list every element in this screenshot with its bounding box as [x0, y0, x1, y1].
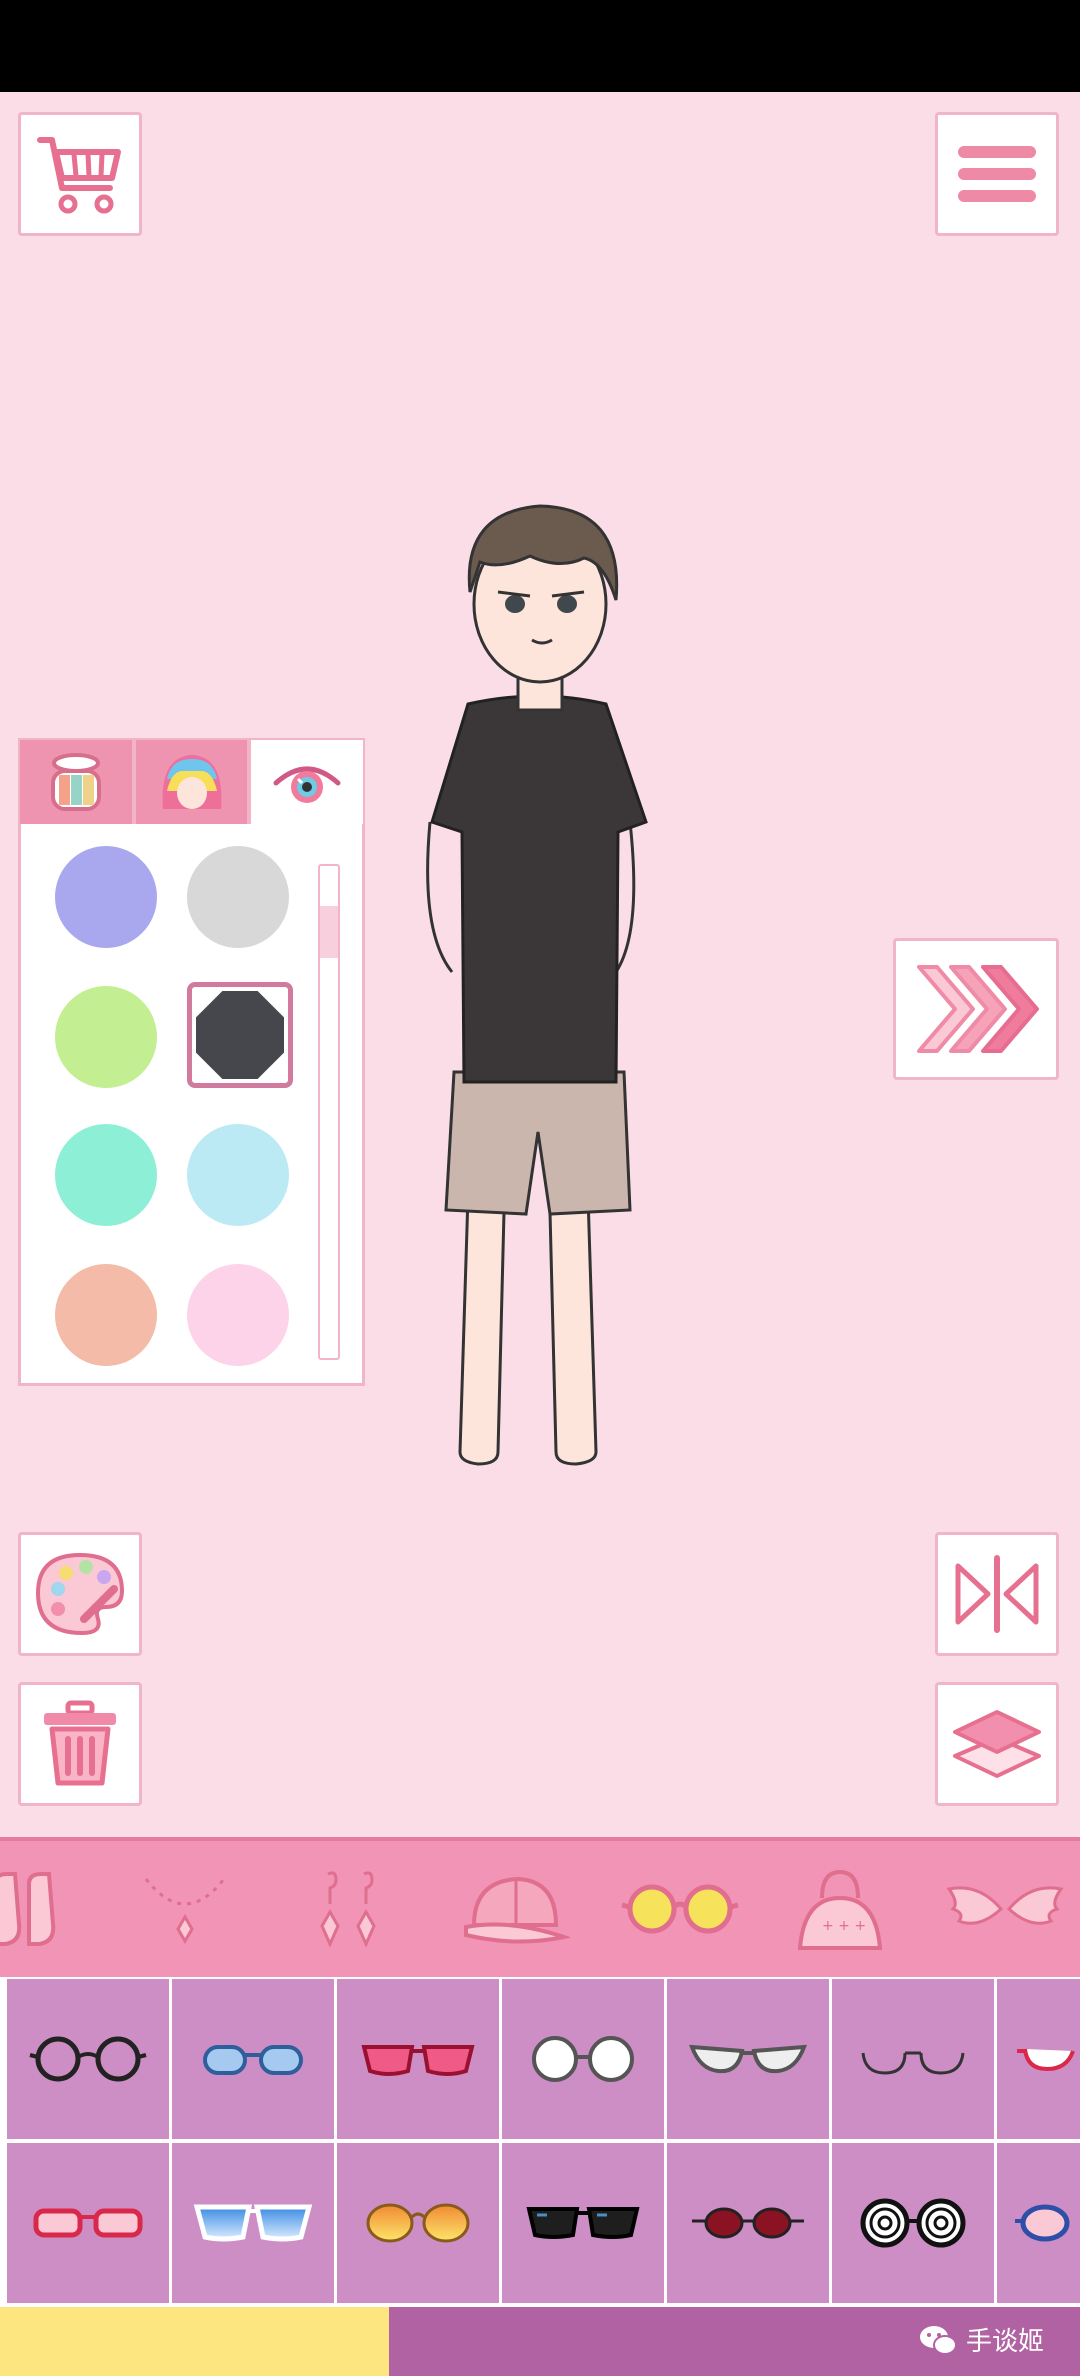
color-swatch-selected[interactable]: [187, 982, 293, 1088]
avatar-character: [426, 504, 648, 1466]
item-cell[interactable]: [7, 1979, 169, 2139]
watermark-text: 手谈姬: [965, 2327, 1044, 2357]
shop-button[interactable]: [18, 112, 142, 236]
layers-icon: [953, 1710, 1041, 1778]
wings-icon: [946, 1886, 1064, 1925]
category-hat[interactable]: [445, 1841, 585, 1977]
category-shoes[interactable]: [0, 1841, 70, 1977]
category-wings[interactable]: [935, 1841, 1075, 1977]
tab-hair-color[interactable]: [133, 738, 250, 826]
item-cell[interactable]: [502, 1979, 664, 2139]
swatch-grid: [18, 824, 365, 1386]
status-bar: [0, 0, 1080, 92]
black-sunglasses-icon: [526, 2207, 640, 2239]
round-gray-glasses-icon: [532, 2036, 634, 2082]
item-cell[interactable]: [667, 2143, 829, 2303]
dressup-stage: [0, 92, 1080, 1837]
color-panel-tabs: [18, 738, 366, 826]
triple-chevron-right-icon: [917, 965, 1039, 1053]
item-cell[interactable]: [667, 1979, 829, 2139]
category-glasses-active[interactable]: [610, 1841, 750, 1977]
necklace-icon: [144, 1878, 226, 1944]
color-picker-panel: [18, 738, 366, 1386]
menu-button[interactable]: [935, 112, 1059, 236]
color-swatch[interactable]: [55, 1264, 157, 1366]
item-cell[interactable]: [172, 2143, 334, 2303]
category-earrings[interactable]: [285, 1841, 415, 1977]
color-swatch[interactable]: [187, 1124, 289, 1226]
red-round-sunglasses-icon: [692, 2207, 804, 2239]
shopping-cart-icon: [37, 137, 121, 214]
shoes-icon: [0, 1872, 56, 1946]
swatch-scrollbar[interactable]: [318, 864, 340, 1360]
watermark: 手谈姬: [918, 2321, 1044, 2358]
color-swatch[interactable]: [187, 1264, 289, 1366]
flip-horizontal-icon: [955, 1555, 1039, 1633]
delete-button[interactable]: [18, 1682, 142, 1806]
item-cell[interactable]: [7, 2143, 169, 2303]
glasses-item-grid: [0, 1977, 1080, 2307]
palette-button[interactable]: [18, 1532, 142, 1656]
accessory-category-bar: + + +: [0, 1837, 1080, 1977]
color-swatch[interactable]: [55, 846, 157, 948]
item-cell[interactable]: [172, 1979, 334, 2139]
svg-text:+ + +: + + +: [822, 1918, 866, 1934]
item-cell[interactable]: [502, 2143, 664, 2303]
scrollbar-thumb[interactable]: [320, 906, 338, 958]
item-cell[interactable]: [832, 1979, 994, 2139]
wechat-icon: [919, 2325, 957, 2355]
item-cell[interactable]: [832, 2143, 994, 2303]
trash-icon: [44, 1700, 116, 1786]
color-swatch[interactable]: [55, 1124, 157, 1226]
palette-icon: [35, 1552, 125, 1636]
earrings-icon: [320, 1871, 376, 1948]
category-necklace[interactable]: [120, 1841, 250, 1977]
hypno-spiral-glasses-icon: [860, 2198, 966, 2248]
tab-eye-color[interactable]: [249, 738, 366, 826]
red-rectangular-glasses-icon: [33, 2208, 143, 2238]
handbag-icon: + + +: [797, 1869, 883, 1950]
round-black-glasses-icon: [29, 2036, 147, 2082]
tab-eyeshadow[interactable]: [18, 738, 134, 826]
eye-color-icon: [273, 766, 341, 803]
glasses-icon: [621, 1884, 739, 1934]
item-cell[interactable]: [997, 1979, 1080, 2139]
cap-icon: [464, 1876, 570, 1944]
bottom-progress-bar: 手谈姬: [0, 2307, 1080, 2376]
rainbow-hair-icon: [162, 755, 221, 809]
blue-partial-glasses-icon: [1015, 2204, 1070, 2242]
progress-fill: [0, 2307, 389, 2376]
blue-oval-glasses-icon: [203, 2045, 303, 2075]
color-swatch[interactable]: [187, 846, 289, 948]
half-rim-glasses-icon: [861, 2051, 965, 2075]
blue-gradient-sunglasses-icon: [193, 2204, 313, 2242]
eyeshadow-icon: [50, 753, 101, 811]
layers-button[interactable]: [935, 1682, 1059, 1806]
category-bag[interactable]: + + +: [770, 1841, 910, 1977]
color-swatch[interactable]: [55, 986, 157, 1088]
cat-eye-glasses-icon: [689, 2044, 807, 2074]
item-cell[interactable]: [997, 2143, 1080, 2303]
flip-button[interactable]: [935, 1532, 1059, 1656]
hamburger-menu-icon: [958, 146, 1036, 202]
red-partial-glasses-icon: [1017, 2048, 1075, 2072]
item-cell[interactable]: [337, 2143, 499, 2303]
orange-gradient-sunglasses-icon: [366, 2203, 470, 2243]
next-button[interactable]: [893, 938, 1059, 1080]
item-cell[interactable]: [337, 1979, 499, 2139]
red-tinted-sunglasses-icon: [361, 2045, 475, 2076]
